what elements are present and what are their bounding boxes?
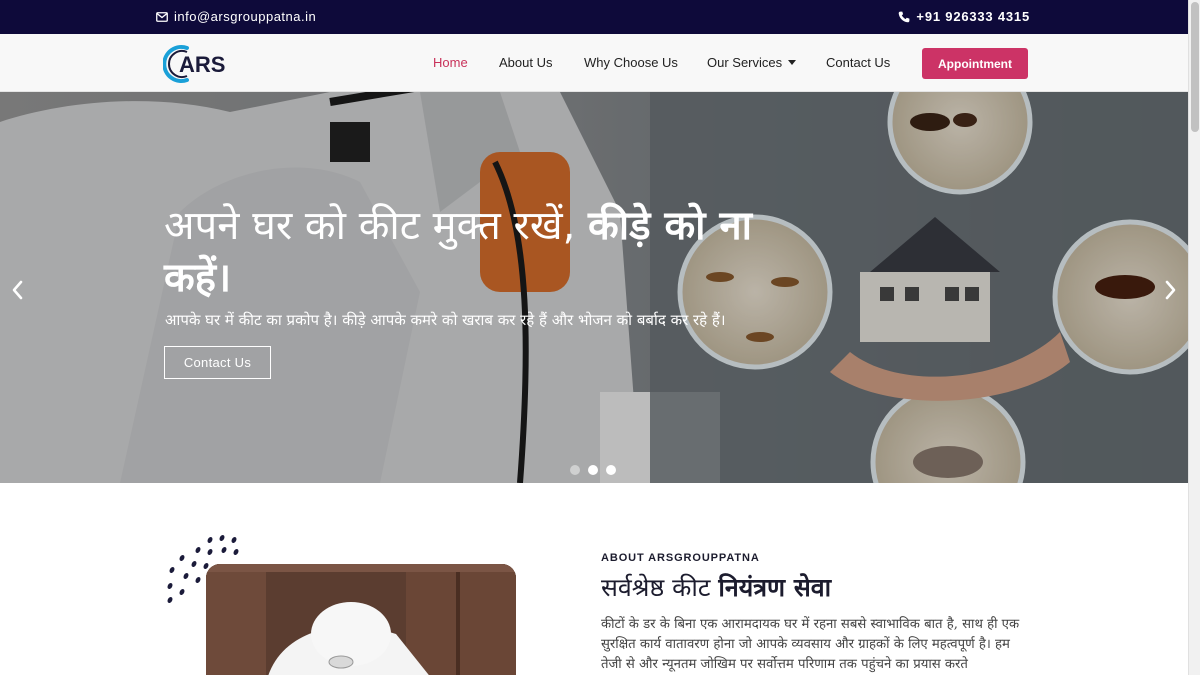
hero-slider: अपने घर को कीट मुक्त रखें, कीड़े को ना क… <box>0 92 1188 483</box>
pest-worker-image <box>206 564 516 675</box>
chevron-right-icon[interactable] <box>1160 278 1180 302</box>
slider-dots <box>570 465 616 475</box>
about-kicker: ABOUT ARSGROUPPATNA <box>601 552 760 564</box>
hero-contact-button[interactable]: Contact Us <box>164 346 271 379</box>
about-title: सर्वश्रेष्ठ कीट नियंत्रण सेवा <box>601 570 831 604</box>
about-title-bold: नियंत्रण सेवा <box>718 573 832 602</box>
nav-menu: Home About Us Why Choose Us Our Services… <box>0 34 1188 92</box>
top-email[interactable]: info@arsgrouppatna.in <box>156 9 316 24</box>
hero-title-regular: अपने घर को कीट मुक्त रखें, <box>164 203 589 249</box>
phone-text[interactable]: +91 926333 4315 <box>916 9 1030 24</box>
hero-title: अपने घर को कीट मुक्त रखें, कीड़े को ना क… <box>164 200 764 304</box>
main-navbar: ARS Home About Us Why Choose Us Our Serv… <box>0 34 1188 92</box>
about-paragraph: कीटों के डर के बिना एक आरामदायक घर में र… <box>601 617 1020 672</box>
chevron-left-icon[interactable] <box>8 278 28 302</box>
nav-our-services-label: Our Services <box>707 55 783 70</box>
nav-about-us[interactable]: About Us <box>499 55 552 70</box>
about-title-regular: सर्वश्रेष्ठ कीट <box>601 573 719 602</box>
nav-home[interactable]: Home <box>433 55 468 70</box>
top-phone[interactable]: +91 926333 4315 <box>898 9 1030 24</box>
slider-dot-3[interactable] <box>606 465 616 475</box>
nav-why-choose-us[interactable]: Why Choose Us <box>584 55 678 70</box>
scrollbar-thumb[interactable] <box>1191 2 1199 132</box>
about-image-block <box>160 528 550 675</box>
appointment-button[interactable]: Appointment <box>922 48 1028 79</box>
about-photo <box>206 564 516 675</box>
caret-down-icon <box>788 60 797 65</box>
phone-icon <box>899 11 910 22</box>
top-bar: info@arsgrouppatna.in +91 926333 4315 <box>0 0 1188 34</box>
nav-contact-us[interactable]: Contact Us <box>826 55 890 70</box>
nav-our-services[interactable]: Our Services <box>707 55 797 70</box>
page-scrollbar[interactable] <box>1188 0 1200 675</box>
slider-dot-2[interactable] <box>588 465 598 475</box>
envelope-icon <box>156 11 168 22</box>
slider-dot-1[interactable] <box>570 465 580 475</box>
email-text[interactable]: info@arsgrouppatna.in <box>174 9 316 24</box>
hero-subtitle: आपके घर में कीट का प्रकोप है। कीड़े आपके… <box>165 311 726 329</box>
